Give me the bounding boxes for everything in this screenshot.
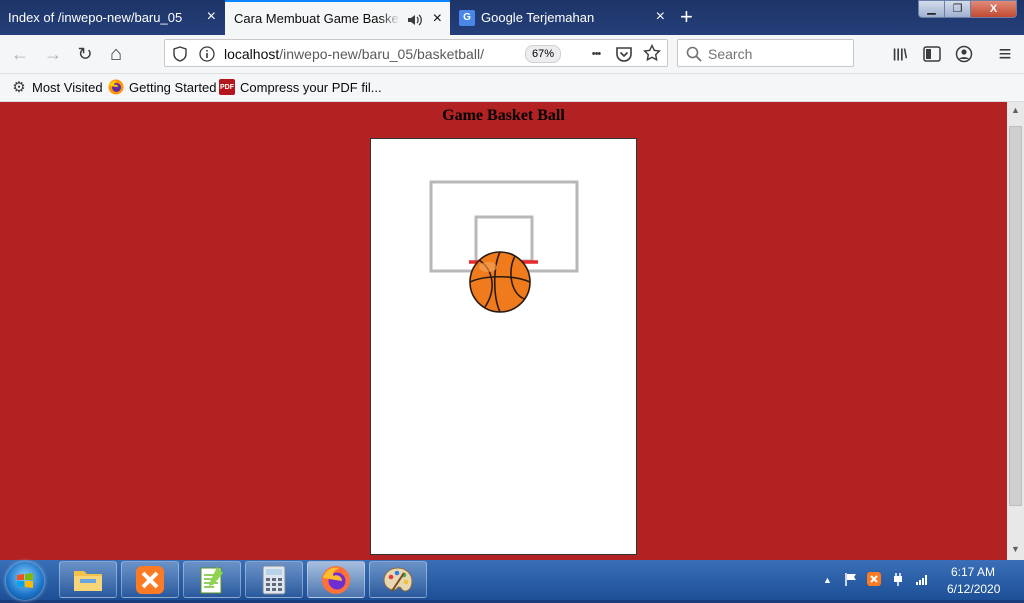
account-icon[interactable]: [955, 45, 973, 63]
power-plug-icon[interactable]: [891, 572, 905, 586]
calculator-icon: [262, 565, 286, 594]
clock-time[interactable]: 6:17 AM: [951, 565, 995, 579]
navigation-toolbar: ← → ↻ ⌂ localhost/inwepo-new/baru_05/bas…: [0, 35, 1024, 74]
bookmark-getting-started[interactable]: Getting Started: [108, 79, 216, 95]
game-canvas[interactable]: [371, 139, 636, 554]
bookmark-label: Compress your PDF fil...: [240, 79, 382, 95]
system-tray: ▲ 6:17 AM 6/12/2020: [815, 560, 1024, 600]
windows-taskbar: ▲ 6:17 AM 6/12/2020: [0, 560, 1024, 600]
search-icon: [686, 46, 702, 62]
tab-title: Cara Membuat Game Basketball: [234, 11, 400, 26]
speaker-icon[interactable]: [407, 13, 423, 27]
library-icon[interactable]: |||\: [890, 44, 910, 64]
back-icon[interactable]: ←: [10, 44, 30, 64]
tab-bar: Index of /inwepo-new/baru_05 × Cara Memb…: [0, 0, 1024, 35]
scroll-up-icon[interactable]: ▲: [1007, 105, 1024, 115]
restore-window-button[interactable]: ❐: [944, 0, 971, 18]
page-title: Game Basket Ball: [442, 107, 565, 124]
page-content: Game Basket Ball: [0, 102, 1007, 560]
taskbar-notepad-plus-plus[interactable]: [183, 561, 241, 598]
bookmarks-toolbar: ⚙ Most Visited Getting Started PDF Compr…: [0, 74, 1024, 102]
bookmark-compress-pdf[interactable]: PDF Compress your PDF fil...: [219, 79, 382, 95]
url-path: /inwepo-new/baru_05/basketball/: [279, 46, 484, 62]
search-input[interactable]: Search: [677, 39, 854, 67]
url-text[interactable]: localhost/inwepo-new/baru_05/basketball/: [224, 46, 484, 62]
tab-google-terjemahan[interactable]: G Google Terjemahan ×: [451, 0, 673, 35]
reload-icon[interactable]: ↻: [75, 44, 95, 64]
gear-icon: ⚙: [12, 79, 26, 96]
taskbar-xampp[interactable]: [121, 561, 179, 598]
game-court[interactable]: [370, 138, 637, 555]
page-scrollbar[interactable]: ▲ ▼: [1007, 102, 1024, 560]
windows-logo-icon: [17, 573, 33, 588]
sidebar-icon[interactable]: [923, 46, 941, 62]
tab-index-of-baru05[interactable]: Index of /inwepo-new/baru_05 ×: [0, 0, 224, 35]
firefox-icon: [322, 565, 350, 594]
page-actions-icon[interactable]: •••: [586, 44, 606, 64]
taskbar-calculator[interactable]: [245, 561, 303, 598]
scroll-thumb[interactable]: [1009, 126, 1022, 506]
xampp-tray-icon[interactable]: [867, 572, 881, 586]
pdf-icon: PDF: [219, 79, 235, 95]
hamburger-menu-icon[interactable]: ≡: [995, 43, 1015, 65]
bookmark-label: Getting Started: [129, 79, 217, 95]
home-icon[interactable]: ⌂: [106, 44, 126, 64]
tab-cara-membuat-game[interactable]: Cara Membuat Game Basketball ×: [225, 0, 450, 35]
tab-title: Index of /inwepo-new/baru_05: [8, 10, 183, 25]
notepad-plus-plus-icon: [200, 566, 223, 593]
network-signal-icon[interactable]: [915, 572, 929, 586]
start-button[interactable]: [6, 562, 44, 600]
bookmark-most-visited[interactable]: ⚙ Most Visited: [11, 79, 103, 96]
action-center-flag-icon[interactable]: [844, 572, 858, 586]
firefox-icon: [108, 79, 124, 95]
close-window-button[interactable]: X: [970, 0, 1017, 18]
url-host: localhost: [224, 46, 280, 62]
xampp-icon: [136, 565, 164, 594]
folder-icon: [74, 570, 102, 591]
minimize-window-button[interactable]: ▁: [918, 0, 945, 18]
bookmark-label: Most Visited: [32, 79, 103, 95]
search-placeholder: Search: [708, 46, 753, 62]
tracking-protection-icon[interactable]: [173, 46, 187, 62]
tab-title: Google Terjemahan: [481, 10, 595, 25]
taskbar-file-explorer[interactable]: [59, 561, 117, 598]
zoom-level-badge[interactable]: 67%: [525, 45, 562, 63]
taskbar-paint[interactable]: [369, 561, 427, 598]
site-info-icon[interactable]: [199, 46, 215, 62]
forward-icon[interactable]: →: [43, 44, 63, 64]
scroll-down-icon[interactable]: ▼: [1007, 544, 1024, 554]
bookmark-star-icon[interactable]: [643, 44, 661, 62]
google-translate-icon: G: [459, 9, 475, 26]
basketball-icon: [469, 251, 531, 313]
taskbar-firefox[interactable]: [307, 561, 365, 598]
show-hidden-icons-icon[interactable]: ▲: [823, 575, 832, 585]
pocket-icon[interactable]: [615, 45, 633, 63]
close-tab-icon[interactable]: ×: [433, 11, 442, 27]
clock-date[interactable]: 6/12/2020: [947, 582, 1000, 596]
paint-palette-icon: [383, 566, 413, 592]
new-tab-icon[interactable]: +: [680, 6, 693, 28]
close-tab-icon[interactable]: ×: [207, 9, 216, 25]
close-tab-icon[interactable]: ×: [656, 9, 665, 25]
